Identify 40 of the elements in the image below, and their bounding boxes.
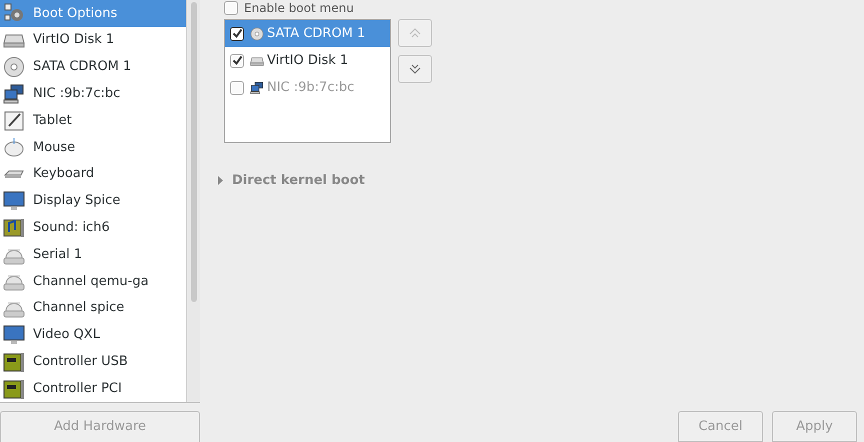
checkbox[interactable] bbox=[230, 54, 244, 68]
tablet-icon bbox=[3, 110, 25, 132]
boot-device-row[interactable]: VirtIO Disk 1 bbox=[225, 47, 390, 74]
sidebar-item[interactable]: Display Spice bbox=[0, 188, 186, 214]
expander-arrow-icon bbox=[218, 176, 224, 186]
checkbox[interactable] bbox=[230, 80, 244, 94]
sidebar-item[interactable]: Keyboard bbox=[0, 160, 186, 188]
move-up-button[interactable] bbox=[398, 19, 432, 47]
monitor-icon bbox=[3, 190, 25, 212]
move-down-button[interactable] bbox=[398, 55, 432, 83]
up-arrow-icon bbox=[408, 27, 422, 39]
boot-menu-label: Enable boot menu bbox=[244, 1, 354, 15]
computers-icon bbox=[3, 82, 25, 105]
sidebar-item[interactable]: Channel qemu-ga bbox=[0, 268, 186, 295]
controller-card-icon bbox=[3, 378, 25, 400]
computers-icon bbox=[250, 80, 264, 94]
boot-device-label: VirtIO Disk 1 bbox=[267, 52, 348, 70]
checkbox[interactable] bbox=[224, 1, 238, 15]
disc-icon bbox=[250, 26, 264, 40]
mouse-icon bbox=[3, 136, 25, 158]
sidebar-item[interactable]: Tablet bbox=[0, 107, 186, 134]
disc-icon bbox=[3, 56, 25, 78]
controller-card-icon bbox=[3, 350, 25, 373]
boot-device-label: NIC :9b:7c:bc bbox=[267, 78, 354, 97]
sidebar-item[interactable]: Controller USB bbox=[0, 348, 186, 376]
sidebar-item[interactable]: SATA CDROM 1 bbox=[0, 54, 186, 80]
monitor-icon bbox=[3, 324, 25, 346]
scrollbar[interactable] bbox=[186, 0, 200, 402]
sound-card-icon bbox=[3, 216, 25, 239]
down-arrow-icon bbox=[408, 63, 422, 75]
sidebar-item[interactable]: Video QXL bbox=[0, 322, 186, 348]
sidebar-item[interactable]: Sound: ich6 bbox=[0, 214, 186, 242]
sidebar-item[interactable]: Mouse bbox=[0, 134, 186, 161]
sidebar-item[interactable]: VirtIO Disk 1 bbox=[0, 26, 186, 54]
sidebar-item[interactable]: Controller PCI bbox=[0, 375, 186, 402]
checkbox[interactable] bbox=[230, 26, 244, 40]
sidebar-item[interactable]: Serial 1 bbox=[0, 241, 186, 268]
boot-device-label: SATA CDROM 1 bbox=[267, 24, 366, 43]
sidebar-item[interactable]: NIC :9b:7c:bc bbox=[0, 80, 186, 108]
sidebar-item[interactable]: Channel spice bbox=[0, 294, 186, 322]
